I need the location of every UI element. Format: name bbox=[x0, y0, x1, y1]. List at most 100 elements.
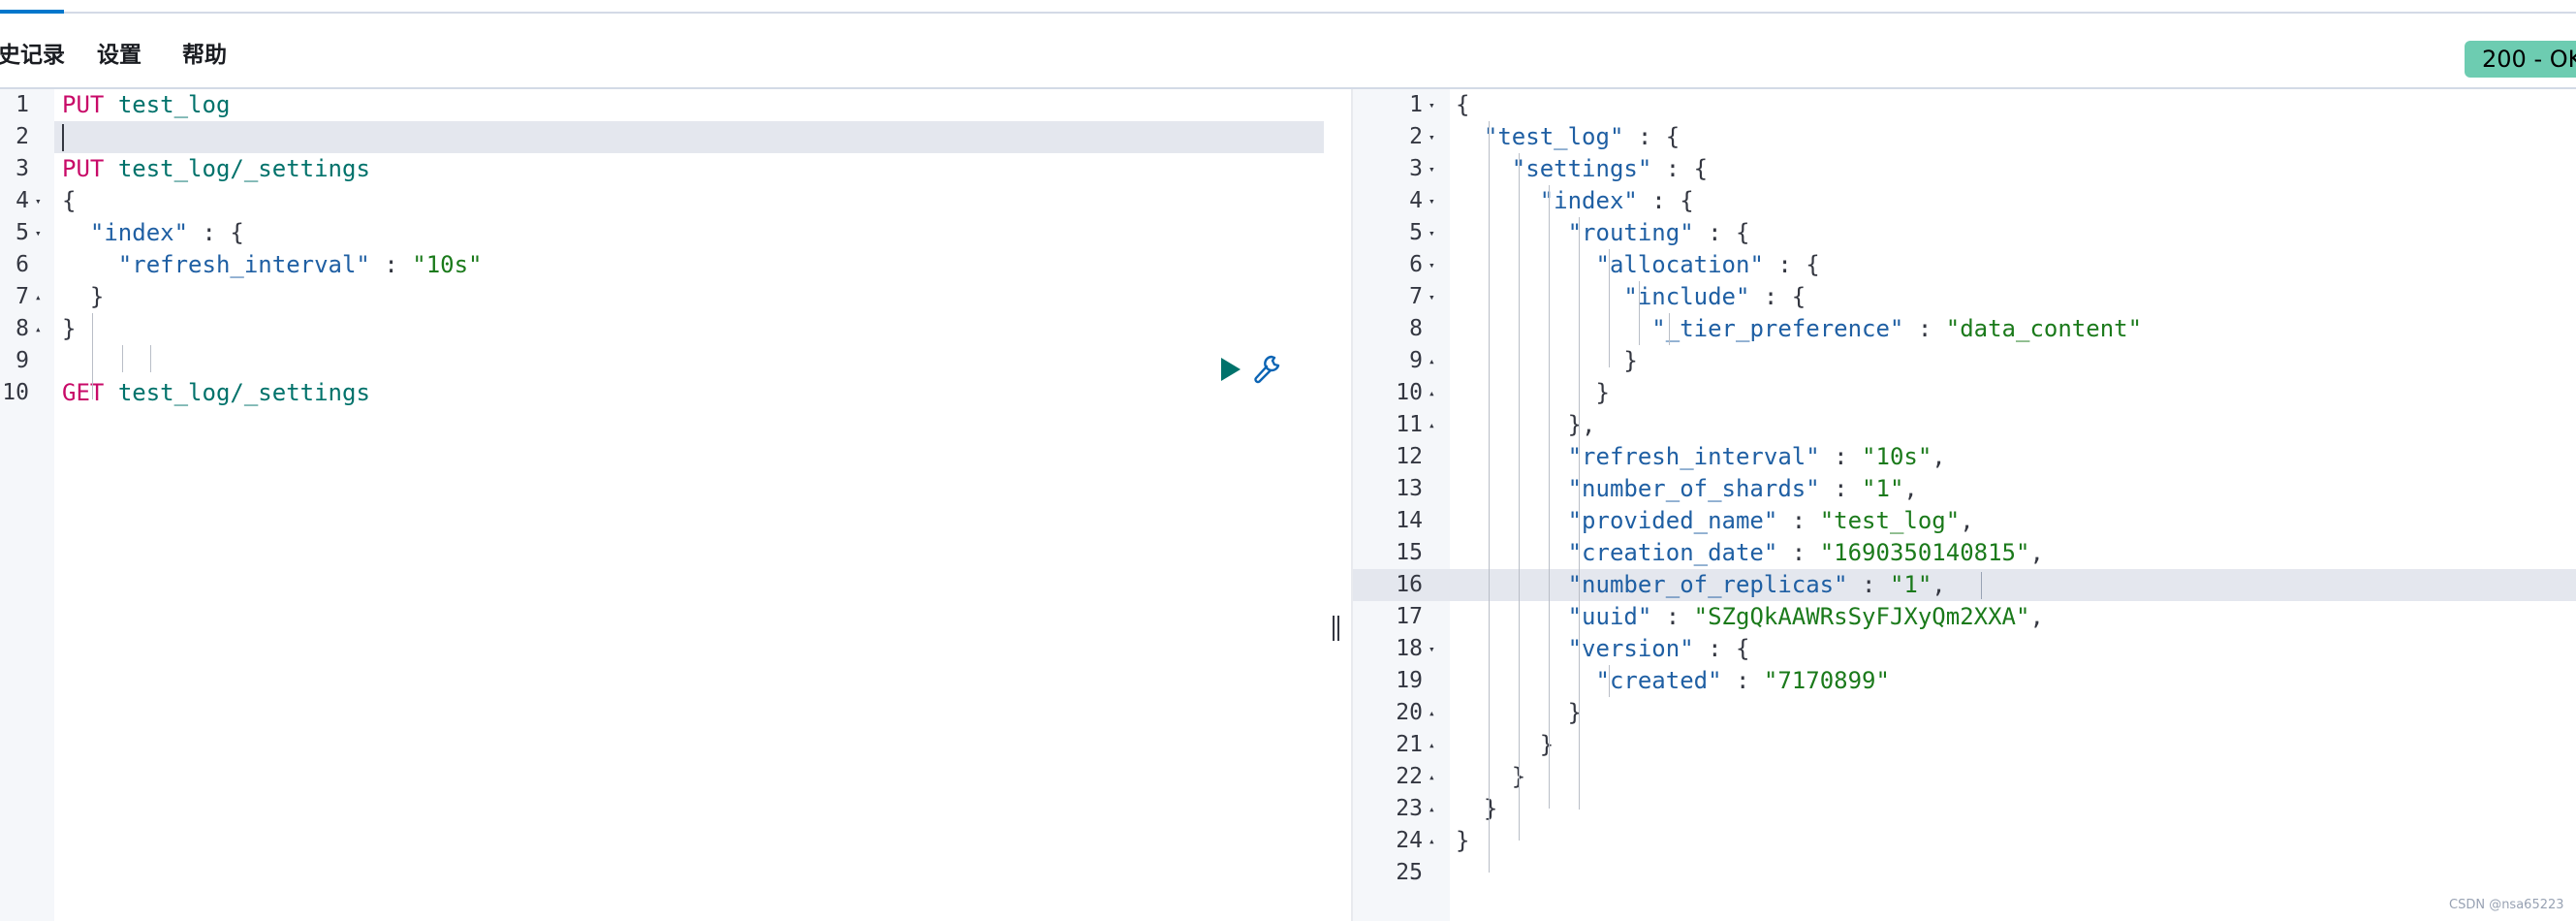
code-line[interactable]: 8 "_tier_preference" : "data_content" bbox=[1353, 313, 2576, 345]
code-line[interactable]: 2 bbox=[0, 121, 1324, 153]
code-line[interactable]: 3 PUT test_log/_settings bbox=[0, 153, 1324, 185]
token-punc: : bbox=[1777, 507, 1820, 534]
fold-arrow-up-icon[interactable]: ▴ bbox=[35, 313, 42, 345]
code-line[interactable]: 4 ▾ "index" : { bbox=[1353, 185, 2576, 217]
token-method: GET bbox=[62, 379, 105, 406]
token-key: "include" bbox=[1623, 283, 1750, 310]
token-punc: } bbox=[1456, 379, 1610, 406]
code-line[interactable]: 16 "number_of_replicas" : "1", bbox=[1353, 569, 2576, 601]
code-line[interactable]: 18 ▾ "version" : { bbox=[1353, 633, 2576, 665]
code-line[interactable]: 20 ▴ } bbox=[1353, 697, 2576, 729]
response-viewer[interactable]: 1 ▾{2 ▾ "test_log" : {3 ▾ "settings" : {4 ▾ … bbox=[1351, 89, 2576, 921]
token-str: "data_content" bbox=[1945, 315, 2143, 342]
code-line[interactable]: 19 "created" : "7170899" bbox=[1353, 665, 2576, 697]
token-key: "routing" bbox=[1567, 219, 1694, 246]
menu-history[interactable]: 史记录 bbox=[0, 43, 65, 68]
fold-arrow-up-icon[interactable]: ▴ bbox=[1429, 377, 1435, 409]
fold-arrow-up-icon[interactable]: ▴ bbox=[1429, 345, 1435, 377]
code-line[interactable]: 24 ▴} bbox=[1353, 825, 2576, 857]
code-line[interactable]: 10 ▴ } bbox=[1353, 377, 2576, 409]
token-punc bbox=[1456, 187, 1540, 214]
token-str: "10s" bbox=[412, 251, 483, 278]
token-punc bbox=[1456, 155, 1512, 182]
code-text: "refresh_interval" : "10s", bbox=[1456, 441, 1946, 473]
code-line[interactable]: 9 bbox=[0, 345, 1324, 377]
token-punc: : bbox=[1819, 475, 1863, 502]
menu-help[interactable]: 帮助 bbox=[182, 43, 227, 68]
code-line[interactable]: 5 ▾ "routing" : { bbox=[1353, 217, 2576, 249]
code-line[interactable]: 23 ▴ } bbox=[1353, 793, 2576, 825]
wrench-icon[interactable] bbox=[1250, 351, 1285, 386]
code-line[interactable]: 3 ▾ "settings" : { bbox=[1353, 153, 2576, 185]
code-line[interactable]: 11 ▴ }, bbox=[1353, 409, 2576, 441]
token-key: "_tier_preference" bbox=[1651, 315, 1904, 342]
fold-arrow-up-icon[interactable]: ▴ bbox=[1429, 761, 1435, 793]
line-number: 3 bbox=[16, 156, 29, 181]
play-icon[interactable] bbox=[1217, 356, 1244, 383]
token-punc: : bbox=[1847, 571, 1890, 598]
menu-settings[interactable]: 设置 bbox=[97, 43, 141, 68]
code-line[interactable]: 17 "uuid" : "SZgQkAAWRsSyFJXyQm2XXA", bbox=[1353, 601, 2576, 633]
status-badge: 200 - OK bbox=[2465, 41, 2576, 78]
code-line[interactable]: 9 ▴ } bbox=[1353, 345, 2576, 377]
code-line[interactable]: 5 ▾ "index" : { bbox=[0, 217, 1324, 249]
code-line[interactable]: 6 ▾ "allocation" : { bbox=[1353, 249, 2576, 281]
fold-arrow-down-icon[interactable]: ▾ bbox=[1429, 89, 1435, 121]
fold-arrow-down-icon[interactable]: ▾ bbox=[1429, 281, 1435, 313]
code-text: { bbox=[62, 185, 76, 217]
code-line[interactable]: 21 ▴ } bbox=[1353, 729, 2576, 761]
code-line[interactable]: 1 ▾ { bbox=[1353, 89, 2576, 121]
code-line[interactable]: 7 ▴ } bbox=[0, 281, 1324, 313]
code-line[interactable]: 2 ▾ "test_log" : { bbox=[1353, 121, 2576, 153]
line-number: 2 bbox=[16, 124, 29, 149]
code-text: } bbox=[1456, 825, 1469, 857]
fold-arrow-down-icon[interactable]: ▾ bbox=[1429, 217, 1435, 249]
fold-arrow-down-icon[interactable]: ▾ bbox=[1429, 185, 1435, 217]
fold-arrow-up-icon[interactable]: ▴ bbox=[1429, 793, 1435, 825]
token-punc: : { bbox=[1623, 123, 1681, 150]
fold-arrow-down-icon[interactable]: ▾ bbox=[35, 185, 42, 217]
code-line[interactable]: 12 "refresh_interval" : "10s", bbox=[1353, 441, 2576, 473]
fold-arrow-up-icon[interactable]: ▴ bbox=[1429, 697, 1435, 729]
code-line[interactable]: 6 "refresh_interval" : "10s" bbox=[0, 249, 1324, 281]
token-punc: : bbox=[1819, 443, 1863, 470]
fold-arrow-up-icon[interactable]: ▴ bbox=[1429, 825, 1435, 857]
code-line[interactable]: 13 "number_of_shards" : "1", bbox=[1353, 473, 2576, 505]
code-line[interactable]: 25 bbox=[1353, 857, 2576, 889]
fold-arrow-up-icon[interactable]: ▴ bbox=[35, 281, 42, 313]
token-punc: } bbox=[62, 283, 105, 310]
token-punc bbox=[1456, 539, 1568, 566]
request-editor[interactable]: 1 PUT test_log 2 3 PUT test_log/_settings 4 ▾ {… bbox=[0, 89, 1324, 921]
fold-arrow-down-icon[interactable]: ▾ bbox=[1429, 121, 1435, 153]
code-line[interactable]: 4 ▾ { bbox=[0, 185, 1324, 217]
token-punc bbox=[1456, 219, 1568, 246]
token-punc bbox=[1456, 283, 1623, 310]
code-text: } bbox=[1456, 761, 1525, 793]
token-str: "1" bbox=[1889, 571, 1932, 598]
token-punc bbox=[1456, 571, 1568, 598]
token-key: "provided_name" bbox=[1567, 507, 1778, 534]
fold-arrow-up-icon[interactable]: ▴ bbox=[1429, 409, 1435, 441]
code-line[interactable]: 7 ▾ "include" : { bbox=[1353, 281, 2576, 313]
fold-arrow-down-icon[interactable]: ▾ bbox=[1429, 153, 1435, 185]
token-punc bbox=[1456, 443, 1568, 470]
code-line[interactable]: 15 "creation_date" : "1690350140815", bbox=[1353, 537, 2576, 569]
code-line[interactable]: 22 ▴ } bbox=[1353, 761, 2576, 793]
fold-arrow-down-icon[interactable]: ▾ bbox=[1429, 633, 1435, 665]
code-line[interactable]: 1 PUT test_log bbox=[0, 89, 1324, 121]
fold-arrow-up-icon[interactable]: ▴ bbox=[1429, 729, 1435, 761]
code-text: "uuid" : "SZgQkAAWRsSyFJXyQm2XXA", bbox=[1456, 601, 2044, 633]
line-number: 9 bbox=[16, 348, 29, 373]
code-text: "version" : { bbox=[1456, 633, 1750, 665]
code-line[interactable]: 10 GET test_log/_settings bbox=[0, 377, 1324, 409]
code-line[interactable]: 8 ▴} bbox=[0, 313, 1324, 345]
code-text: "settings" : { bbox=[1456, 153, 1708, 185]
line-number: 10 bbox=[1396, 380, 1423, 405]
fold-arrow-down-icon[interactable]: ▾ bbox=[1429, 249, 1435, 281]
pane-resize-handle[interactable] bbox=[1330, 616, 1343, 641]
token-punc: : bbox=[1721, 667, 1764, 694]
fold-arrow-down-icon[interactable]: ▾ bbox=[35, 217, 42, 249]
token-punc: , bbox=[1932, 571, 1946, 598]
code-text: "routing" : { bbox=[1456, 217, 1750, 249]
code-line[interactable]: 14 "provided_name" : "test_log", bbox=[1353, 505, 2576, 537]
